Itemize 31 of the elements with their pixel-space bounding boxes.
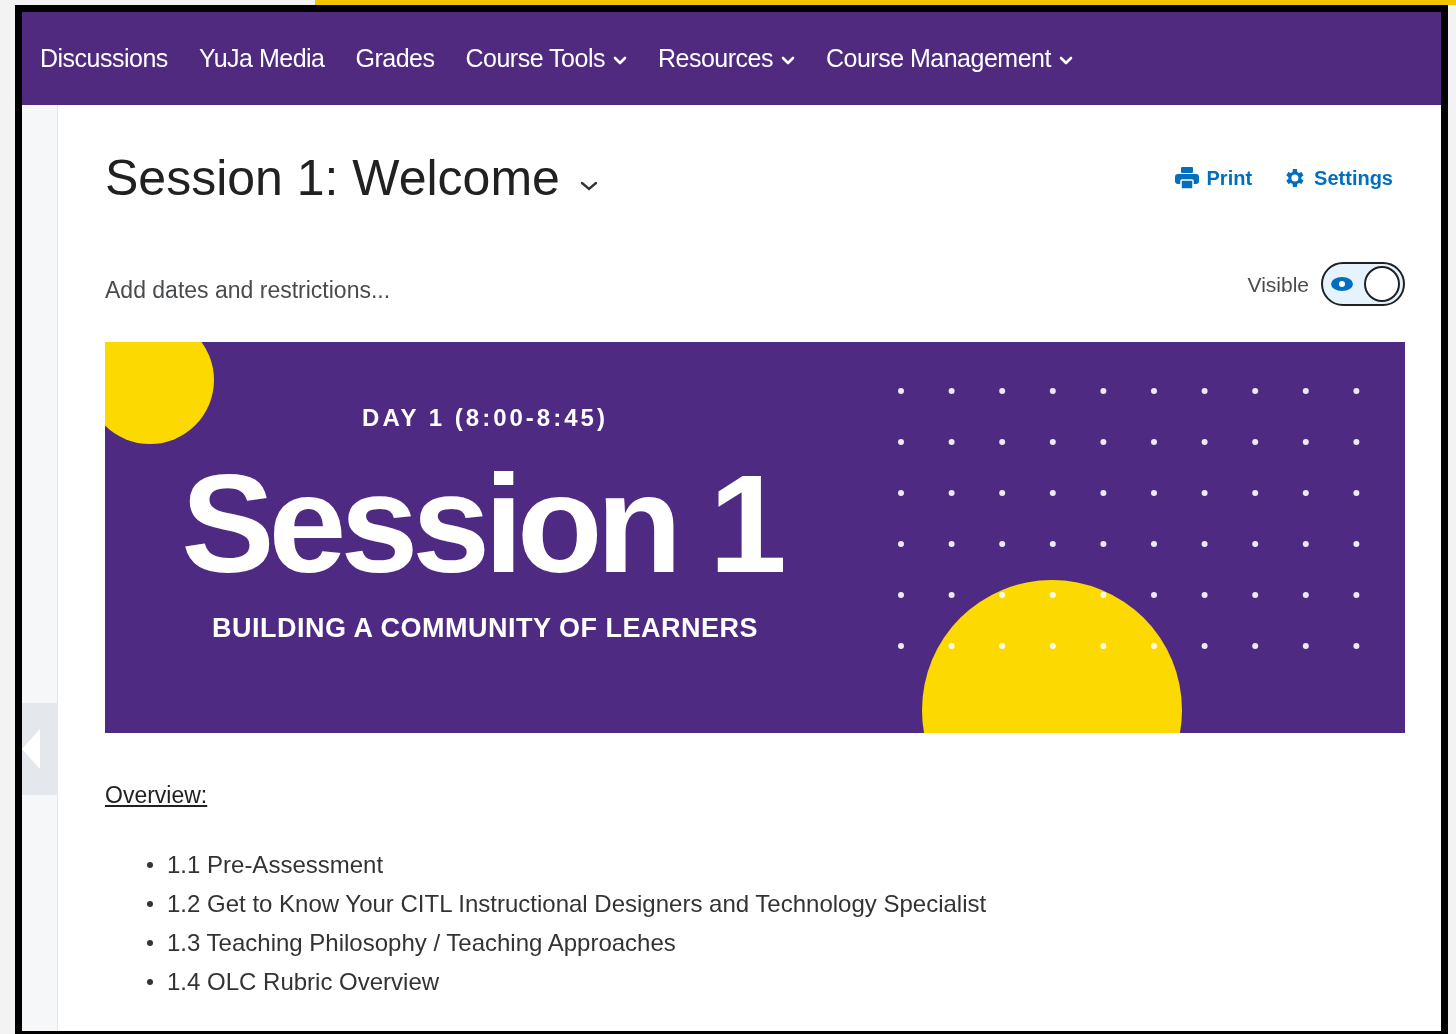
chevron-down-icon (612, 56, 627, 65)
toolbar-button[interactable]: Print (1174, 163, 1253, 193)
chevron-down-icon (780, 56, 795, 65)
bullet-icon (147, 978, 153, 985)
banner-headline: Session 1 (181, 453, 783, 594)
chevron-left-icon (22, 729, 40, 769)
overview-item: 1.4 OLC Rubric Overview (167, 967, 440, 997)
bullet-icon (147, 861, 153, 868)
printer-icon (1174, 167, 1199, 189)
overview-heading: Overview: (105, 780, 208, 810)
nav-menu-item[interactable]: Resources (657, 39, 795, 78)
banner-subtitle: BUILDING A COMMUNITY OF LEARNERS (212, 611, 758, 645)
nav-menu-item[interactable]: Course Tools (465, 39, 627, 78)
overview-item: 1.3 Teaching Philosophy / Teaching Approaches (167, 928, 676, 958)
overview-item: 1.2 Get to Know Your CITL Instructional Designers and Technology Specialist (167, 889, 987, 919)
toolbar-button[interactable]: Settings (1282, 163, 1393, 193)
nav-menu-item[interactable]: Discussions (40, 39, 168, 78)
nav-menu-item[interactable]: YuJa Media (198, 39, 325, 78)
chevron-down-icon (1058, 56, 1073, 65)
nav-menu-item[interactable]: Course Management (825, 39, 1073, 78)
nav-menu-item[interactable]: Grades (355, 39, 435, 78)
eye-icon (1331, 277, 1353, 292)
bullet-icon (147, 900, 153, 907)
dates-restrictions-link[interactable]: Add dates and restrictions... (105, 273, 391, 308)
banner-kicker: DAY 1 (8:00-8:45) (362, 402, 608, 433)
bullet-icon (147, 939, 153, 946)
visibility-label: Visible (1247, 271, 1309, 298)
visibility-toggle[interactable] (1321, 262, 1405, 307)
page-title: Session 1: Welcome (105, 153, 560, 203)
overview-item: 1.1 Pre-Assessment (167, 850, 384, 880)
toggle-knob (1364, 266, 1400, 303)
